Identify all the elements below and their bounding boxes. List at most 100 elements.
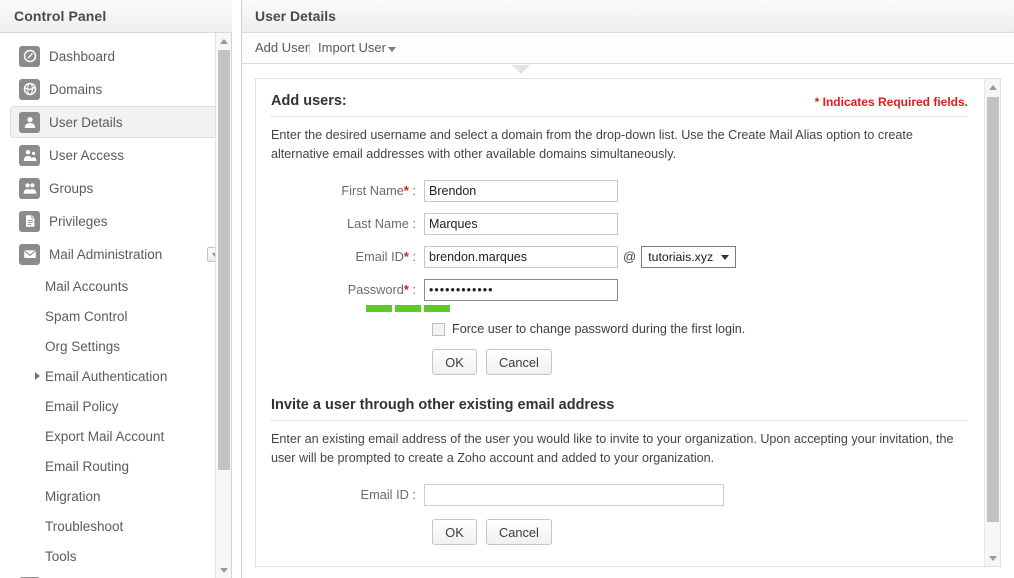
force-change-password-row[interactable]: Force user to change password during the…	[432, 322, 968, 336]
sidebar-subitem-export-mail-account[interactable]: Export Mail Account	[0, 421, 231, 451]
section-divider	[271, 420, 968, 421]
sidebar-item-label: User Details	[49, 114, 123, 130]
content-scrollbar[interactable]	[984, 79, 1000, 566]
last-name-input[interactable]	[424, 213, 618, 235]
password-input[interactable]	[424, 279, 618, 301]
scroll-up-icon[interactable]	[216, 33, 232, 49]
first-name-row: First Name* :	[271, 180, 968, 202]
globe-icon	[19, 78, 40, 100]
tab-separator: |	[308, 41, 312, 55]
tab-add-user[interactable]: Add User	[255, 40, 309, 55]
force-change-password-label: Force user to change password during the…	[452, 322, 746, 336]
add-users-cancel-button[interactable]: Cancel	[486, 349, 552, 375]
password-strength-meter	[366, 305, 968, 312]
sidebar-subitem-label: Email Routing	[45, 458, 130, 474]
sidebar-subitem-email-authentication[interactable]: Email Authentication	[0, 361, 231, 391]
sidebar-item-privileges[interactable]: Privileges	[10, 205, 217, 237]
sidebar-subitem-label: Troubleshoot	[45, 518, 124, 534]
page-title: User Details	[255, 8, 336, 24]
user-access-icon	[19, 144, 40, 166]
add-users-heading-row: * Indicates Required fields. Add users:	[271, 93, 968, 116]
sidebar-item-dashboard[interactable]: Dashboard	[10, 40, 217, 72]
sidebar-item-label: Privileges	[49, 213, 108, 229]
invite-heading: Invite a user through other existing ema…	[271, 397, 615, 413]
sidebar-subitem-label: Org Settings	[45, 338, 121, 354]
mail-icon	[19, 243, 40, 265]
sidebar-item-domains[interactable]: Domains	[10, 73, 217, 105]
active-tab-pointer	[512, 65, 530, 74]
email-id-label: Email ID* :	[355, 249, 416, 264]
sidebar-subitem-migration[interactable]: Migration	[0, 481, 231, 511]
section-divider	[271, 116, 968, 117]
add-users-description: Enter the desired username and select a …	[271, 128, 913, 161]
sidebar-subitem-email-policy[interactable]: Email Policy	[0, 391, 231, 421]
content-header: User Details	[242, 0, 1014, 33]
tab-import-user[interactable]: Import User	[318, 40, 386, 55]
sidebar: Control Panel Dashboard Domains User Det…	[0, 0, 232, 578]
form-panel-inner: * Indicates Required fields. Add users: …	[256, 79, 986, 566]
form-panel: * Indicates Required fields. Add users: …	[255, 78, 1001, 567]
content-area: User Details Add User | Import User * In…	[241, 0, 1014, 578]
sidebar-nav-list: Dashboard Domains User Details User Acce…	[0, 34, 231, 578]
sidebar-subitem-mail-accounts[interactable]: Mail Accounts	[0, 271, 231, 301]
control-panel-window: Control Panel Dashboard Domains User Det…	[0, 0, 1014, 578]
sidebar-scrollbar[interactable]	[215, 33, 231, 578]
content-scrollbar-thumb[interactable]	[987, 97, 999, 522]
sidebar-item-user-access[interactable]: User Access	[10, 139, 217, 171]
invite-ok-button[interactable]: OK	[432, 519, 477, 545]
sidebar-subitem-label: Mail Accounts	[45, 278, 129, 294]
sidebar-scroll-area: Dashboard Domains User Details User Acce…	[0, 34, 231, 578]
sidebar-item-label: Domains	[49, 81, 103, 97]
invite-button-row: OK Cancel	[432, 519, 968, 545]
sidebar-subitem-org-settings[interactable]: Org Settings	[0, 331, 231, 361]
sidebar-item-mail-storage[interactable]: Mail Storage	[10, 571, 217, 578]
invite-email-input[interactable]	[424, 484, 724, 506]
add-users-heading: Add users:	[271, 93, 347, 109]
sidebar-title: Control Panel	[14, 8, 107, 24]
tab-bar: Add User | Import User	[242, 34, 1014, 64]
password-row: Password* :	[271, 279, 968, 301]
email-id-input[interactable]	[424, 246, 618, 268]
email-id-row: Email ID* : @ tutoriais.xyz	[271, 246, 968, 268]
domain-select[interactable]: tutoriais.xyz	[641, 246, 737, 268]
dashboard-icon	[19, 45, 40, 67]
add-users-section: * Indicates Required fields. Add users: …	[271, 93, 968, 375]
chevron-down-icon	[721, 254, 730, 260]
invite-email-label: Email ID :	[360, 487, 416, 502]
password-strength-bar	[366, 305, 392, 312]
chevron-down-icon[interactable]	[388, 47, 396, 52]
sidebar-item-user-details[interactable]: User Details	[10, 106, 217, 138]
invite-cancel-button[interactable]: Cancel	[486, 519, 552, 545]
scroll-down-icon[interactable]	[985, 550, 1000, 566]
first-name-input[interactable]	[424, 180, 618, 202]
sidebar-subitem-label: Email Policy	[45, 398, 119, 414]
invite-section: Invite a user through other existing ema…	[271, 397, 968, 545]
sidebar-header: Control Panel	[0, 0, 232, 33]
sidebar-item-label: User Access	[49, 147, 125, 163]
required-fields-note: * Indicates Required fields.	[814, 95, 968, 109]
force-change-password-checkbox[interactable]	[432, 322, 445, 336]
password-strength-bar	[395, 305, 421, 312]
sidebar-subitem-email-routing[interactable]: Email Routing	[0, 451, 231, 481]
add-users-ok-button[interactable]: OK	[432, 349, 477, 375]
sidebar-subitem-label: Export Mail Account	[45, 428, 165, 444]
sidebar-subitem-tools[interactable]: Tools	[0, 541, 231, 571]
sidebar-subitem-label: Tools	[45, 548, 77, 564]
chevron-right-icon	[35, 372, 40, 380]
sidebar-scrollbar-thumb[interactable]	[218, 50, 230, 470]
domain-select-value: tutoriais.xyz	[648, 250, 714, 264]
invite-description: Enter an existing email address of the u…	[271, 432, 954, 465]
password-label: Password* :	[347, 282, 416, 297]
sidebar-subitem-label: Spam Control	[45, 308, 128, 324]
sidebar-subitem-label: Migration	[45, 488, 101, 504]
scroll-down-icon[interactable]	[216, 562, 232, 578]
user-icon	[19, 111, 40, 133]
add-users-button-row: OK Cancel	[432, 349, 968, 375]
sidebar-subitem-troubleshoot[interactable]: Troubleshoot	[0, 511, 231, 541]
sidebar-item-groups[interactable]: Groups	[10, 172, 217, 204]
sidebar-item-label: Mail Administration	[49, 246, 163, 262]
sidebar-subitem-spam-control[interactable]: Spam Control	[0, 301, 231, 331]
scroll-up-icon[interactable]	[985, 79, 1000, 95]
sidebar-item-mail-administration[interactable]: Mail Administration	[10, 238, 222, 270]
